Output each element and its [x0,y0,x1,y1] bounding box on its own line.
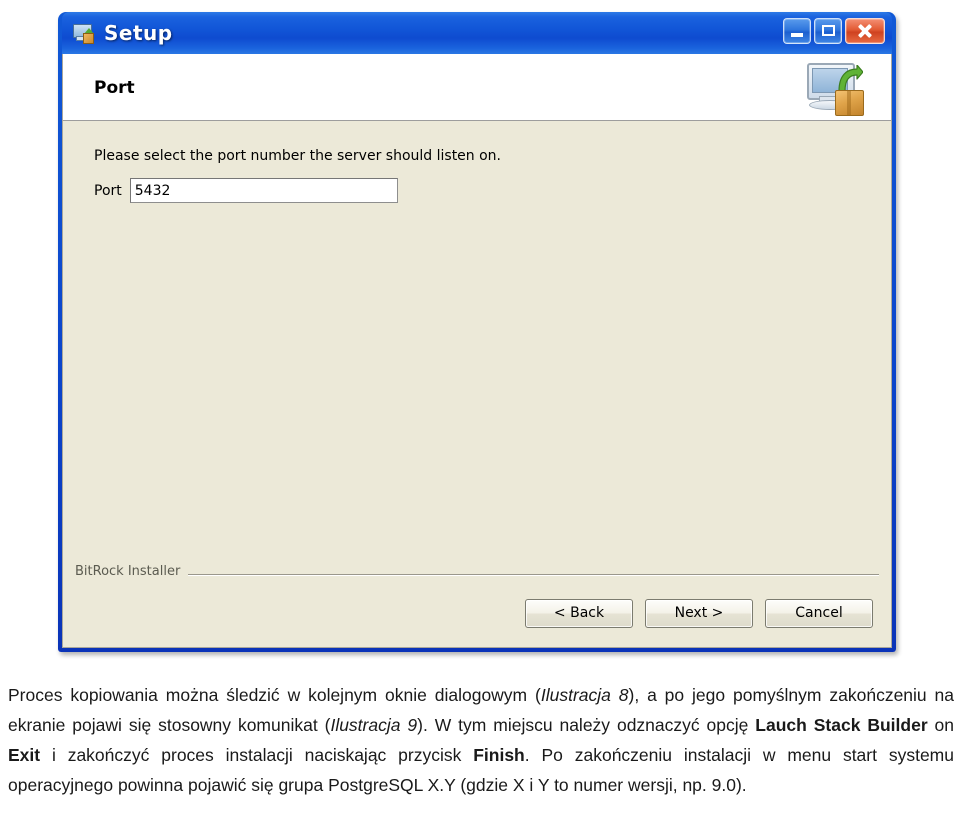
next-button[interactable]: Next > [645,599,753,628]
article-part-5: i zakończyć proces instalacji naciskając… [40,745,474,765]
article-option-exit: Exit [8,745,41,765]
article-option-lauch-stack-builder: Lauch Stack Builder [755,715,928,735]
title-bar[interactable]: Setup [62,12,892,54]
dialog-header: Port [63,54,891,121]
window-title: Setup [104,21,173,45]
setup-window: Setup Port Please select the port number… [58,12,896,652]
window-controls [783,18,885,44]
dialog-body: Port Please select the port number the s… [62,54,892,648]
article-paragraph: Proces kopiowania można śledzić w kolejn… [8,680,954,800]
page-title: Port [94,78,135,98]
footer-separator: BitRock Installer [75,564,879,581]
instruction-text: Please select the port number the server… [94,148,502,164]
dialog-button-row: < Back Next > Cancel [525,599,873,628]
computer-install-icon [72,22,96,44]
divider [75,574,879,576]
dialog-content: Please select the port number the server… [63,121,891,647]
back-button[interactable]: < Back [525,599,633,628]
maximize-button[interactable] [814,18,842,44]
minimize-button[interactable] [783,18,811,44]
close-icon [856,22,874,40]
article-figure-ref-8: Ilustracja 8 [540,685,629,705]
port-label: Port [94,182,122,199]
brand-label: BitRock Installer [75,564,189,579]
article-button-finish: Finish [473,745,525,765]
minimize-icon [791,33,803,37]
maximize-icon [822,25,835,36]
port-field-row: Port [94,178,398,203]
computer-package-install-icon [805,57,869,119]
article-part-3: ). W tym miejscu należy odznaczyć opcję [417,715,756,735]
article-part-1: Proces kopiowania można śledzić w kolejn… [8,685,541,705]
article-figure-ref-9: Ilustracja 9 [330,715,418,735]
cancel-button[interactable]: Cancel [765,599,873,628]
article-part-4: on [927,715,955,735]
port-input[interactable] [129,178,398,203]
close-button[interactable] [845,18,885,44]
